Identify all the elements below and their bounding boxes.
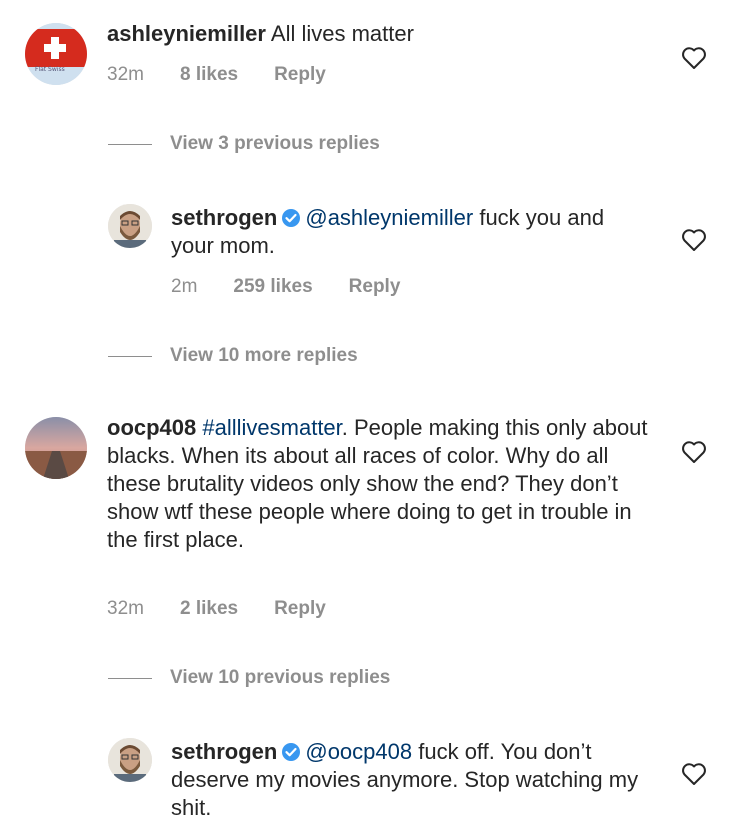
- view-replies-label: View 10 more replies: [170, 345, 358, 366]
- heart-icon[interactable]: [681, 228, 707, 252]
- view-replies-button[interactable]: View 10 previous replies: [108, 667, 390, 689]
- view-replies-label: View 3 previous replies: [170, 133, 380, 154]
- comment-body: All lives matter: [270, 21, 414, 46]
- comment-meta: 2m 259 likes Reply: [171, 276, 436, 298]
- timestamp: 32m: [107, 64, 144, 85]
- comment-meta: 32m 8 likes Reply: [107, 64, 362, 86]
- username[interactable]: sethrogen: [171, 205, 277, 230]
- username[interactable]: sethrogen: [171, 739, 277, 764]
- heart-icon[interactable]: [681, 46, 707, 70]
- view-replies-label: View 10 previous replies: [170, 667, 391, 688]
- heart-icon[interactable]: [681, 440, 707, 464]
- comment-meta: 32m 2 likes Reply: [107, 598, 362, 620]
- view-replies-button[interactable]: View 3 previous replies: [108, 133, 380, 155]
- comment-text: oocp408 #alllivesmatter. People making t…: [107, 414, 652, 554]
- reply-button[interactable]: Reply: [274, 64, 326, 86]
- avatar[interactable]: [108, 738, 152, 782]
- avatar[interactable]: [25, 417, 87, 479]
- likes-count[interactable]: 8 likes: [180, 64, 238, 86]
- divider: [108, 677, 152, 679]
- timestamp: 2m: [171, 276, 198, 297]
- divider: [108, 143, 152, 145]
- avatar[interactable]: [108, 204, 152, 248]
- avatar-text: Flat Swiss: [35, 66, 65, 73]
- avatar[interactable]: Flat Swiss: [25, 23, 87, 85]
- comment-text: sethrogen @ashleyniemiller fuck you and y…: [171, 204, 651, 260]
- mention-link[interactable]: @ashleyniemiller: [305, 205, 473, 230]
- divider: [108, 355, 152, 357]
- timestamp: 32m: [107, 598, 144, 619]
- reply-button[interactable]: Reply: [274, 598, 326, 620]
- heart-icon[interactable]: [681, 762, 707, 786]
- hashtag-link[interactable]: #alllivesmatter: [202, 415, 341, 440]
- comment-text: sethrogen @oocp408 fuck off. You don’t de…: [171, 738, 651, 822]
- reply-button[interactable]: Reply: [349, 276, 401, 298]
- username[interactable]: ashleyniemiller: [107, 21, 266, 46]
- username[interactable]: oocp408: [107, 415, 196, 440]
- likes-count[interactable]: 259 likes: [233, 276, 312, 298]
- mention-link[interactable]: @oocp408: [305, 739, 412, 764]
- verified-badge-icon: [282, 209, 301, 227]
- verified-badge-icon: [282, 743, 301, 761]
- comment-text: ashleyniemiller All lives matter: [107, 20, 667, 48]
- likes-count[interactable]: 2 likes: [180, 598, 238, 620]
- view-replies-button[interactable]: View 10 more replies: [108, 345, 358, 367]
